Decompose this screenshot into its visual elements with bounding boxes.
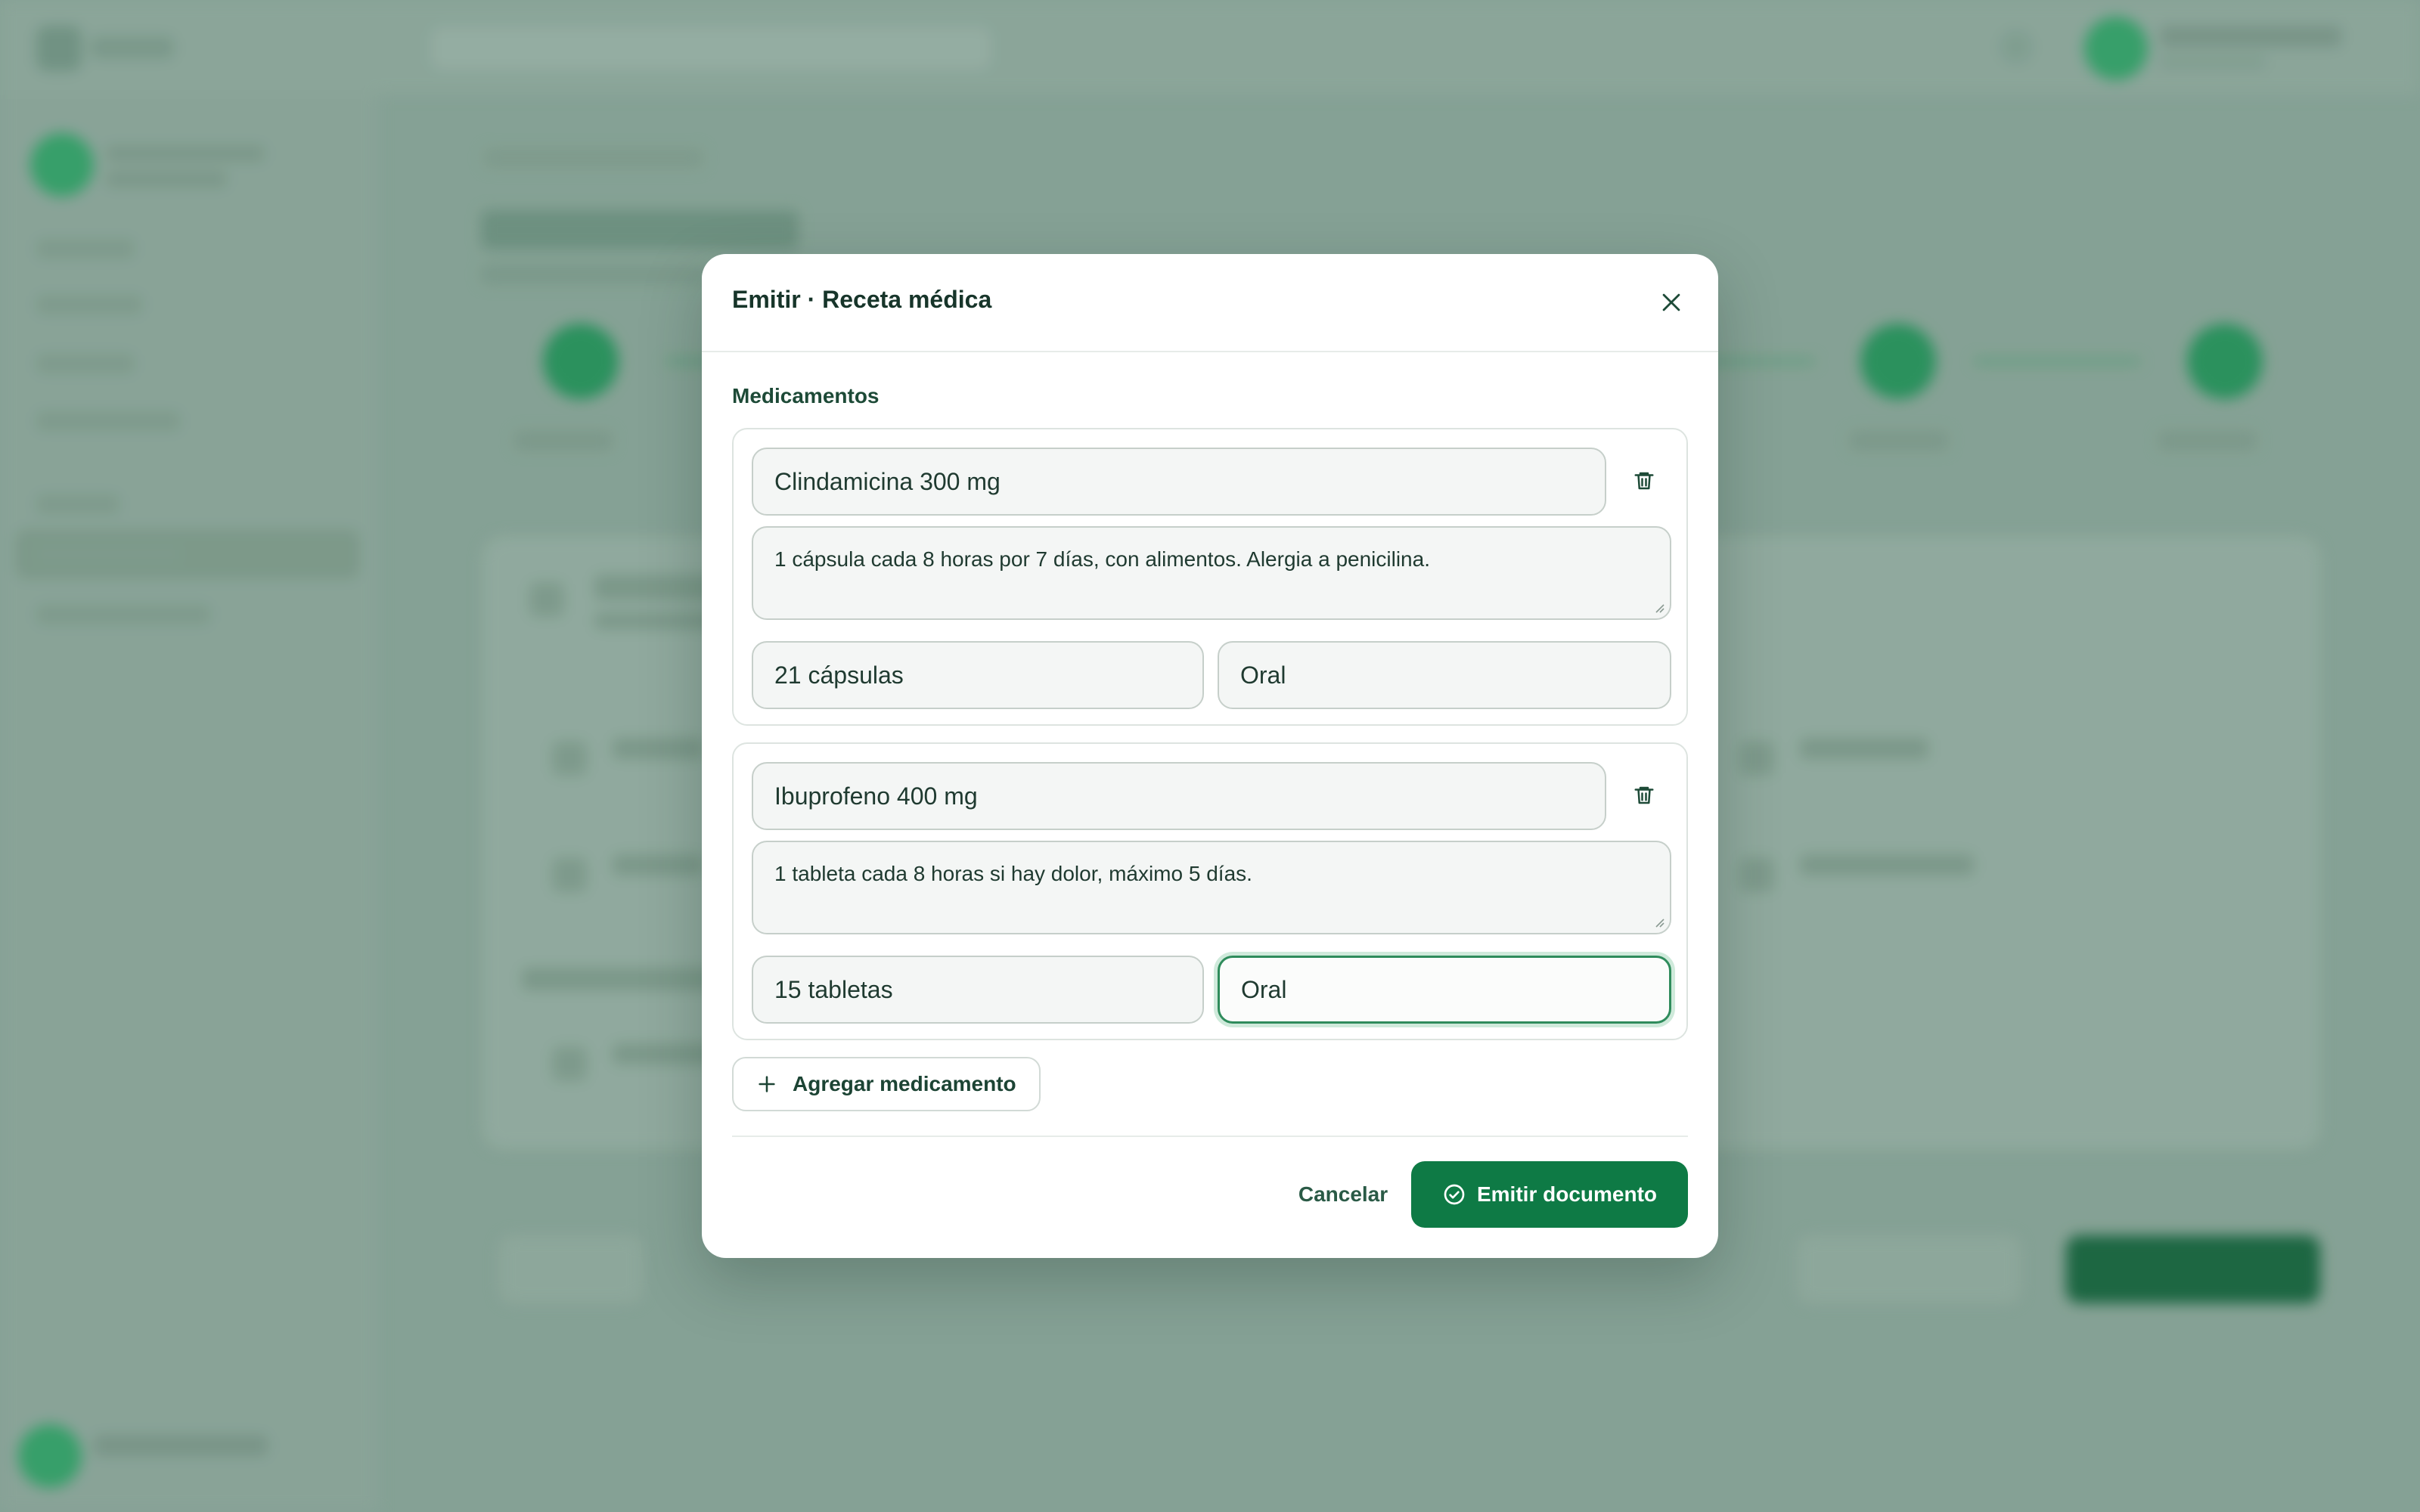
medication-route-input[interactable]: Oral	[1218, 956, 1671, 1024]
trash-icon	[1634, 472, 1654, 490]
delete-medication-button[interactable]	[1623, 460, 1665, 502]
instructions-text: 1 tableta cada 8 horas si hay dolor, máx…	[774, 862, 1252, 885]
close-button[interactable]	[1650, 281, 1692, 324]
delete-medication-button[interactable]	[1623, 774, 1665, 816]
modal-header: Emitir · Receta médica	[702, 254, 1718, 352]
medications-section-label: Medicamentos	[732, 384, 880, 407]
resize-handle-icon[interactable]	[1653, 602, 1665, 614]
add-medication-label: Agregar medicamento	[793, 1072, 1016, 1095]
emit-document-button[interactable]: Emitir documento	[1411, 1161, 1688, 1228]
medication-quantity-input[interactable]: 21 cápsulas	[752, 641, 1204, 709]
cancel-button[interactable]: Cancelar	[1252, 1161, 1434, 1228]
footer-divider	[732, 1136, 1688, 1137]
trash-icon	[1634, 786, 1654, 804]
medication-card: Clindamicina 300 mg 1 cápsula cada 8 hor…	[732, 428, 1688, 726]
medication-instructions-textarea[interactable]: 1 tableta cada 8 horas si hay dolor, máx…	[752, 841, 1671, 934]
add-medication-button[interactable]: Agregar medicamento	[732, 1057, 1041, 1111]
instructions-text: 1 cápsula cada 8 horas por 7 días, con a…	[774, 547, 1430, 571]
resize-handle-icon[interactable]	[1653, 916, 1665, 928]
check-circle-icon	[1444, 1184, 1465, 1205]
emit-prescription-modal: Emitir · Receta médica Medicamentos Clin…	[702, 254, 1718, 1258]
medication-instructions-textarea[interactable]: 1 cápsula cada 8 horas por 7 días, con a…	[752, 526, 1671, 620]
medication-name-input[interactable]: Clindamicina 300 mg	[752, 448, 1606, 516]
medication-route-input[interactable]: Oral	[1218, 641, 1671, 709]
close-icon	[1662, 293, 1680, 311]
medication-card: Ibuprofeno 400 mg 1 tableta cada 8 horas…	[732, 742, 1688, 1040]
modal-title: Emitir · Receta médica	[732, 286, 992, 313]
medication-quantity-input[interactable]: 15 tabletas	[752, 956, 1204, 1024]
medication-name-input[interactable]: Ibuprofeno 400 mg	[752, 762, 1606, 830]
plus-icon	[759, 1076, 775, 1092]
emit-document-label: Emitir documento	[1476, 1182, 1657, 1206]
